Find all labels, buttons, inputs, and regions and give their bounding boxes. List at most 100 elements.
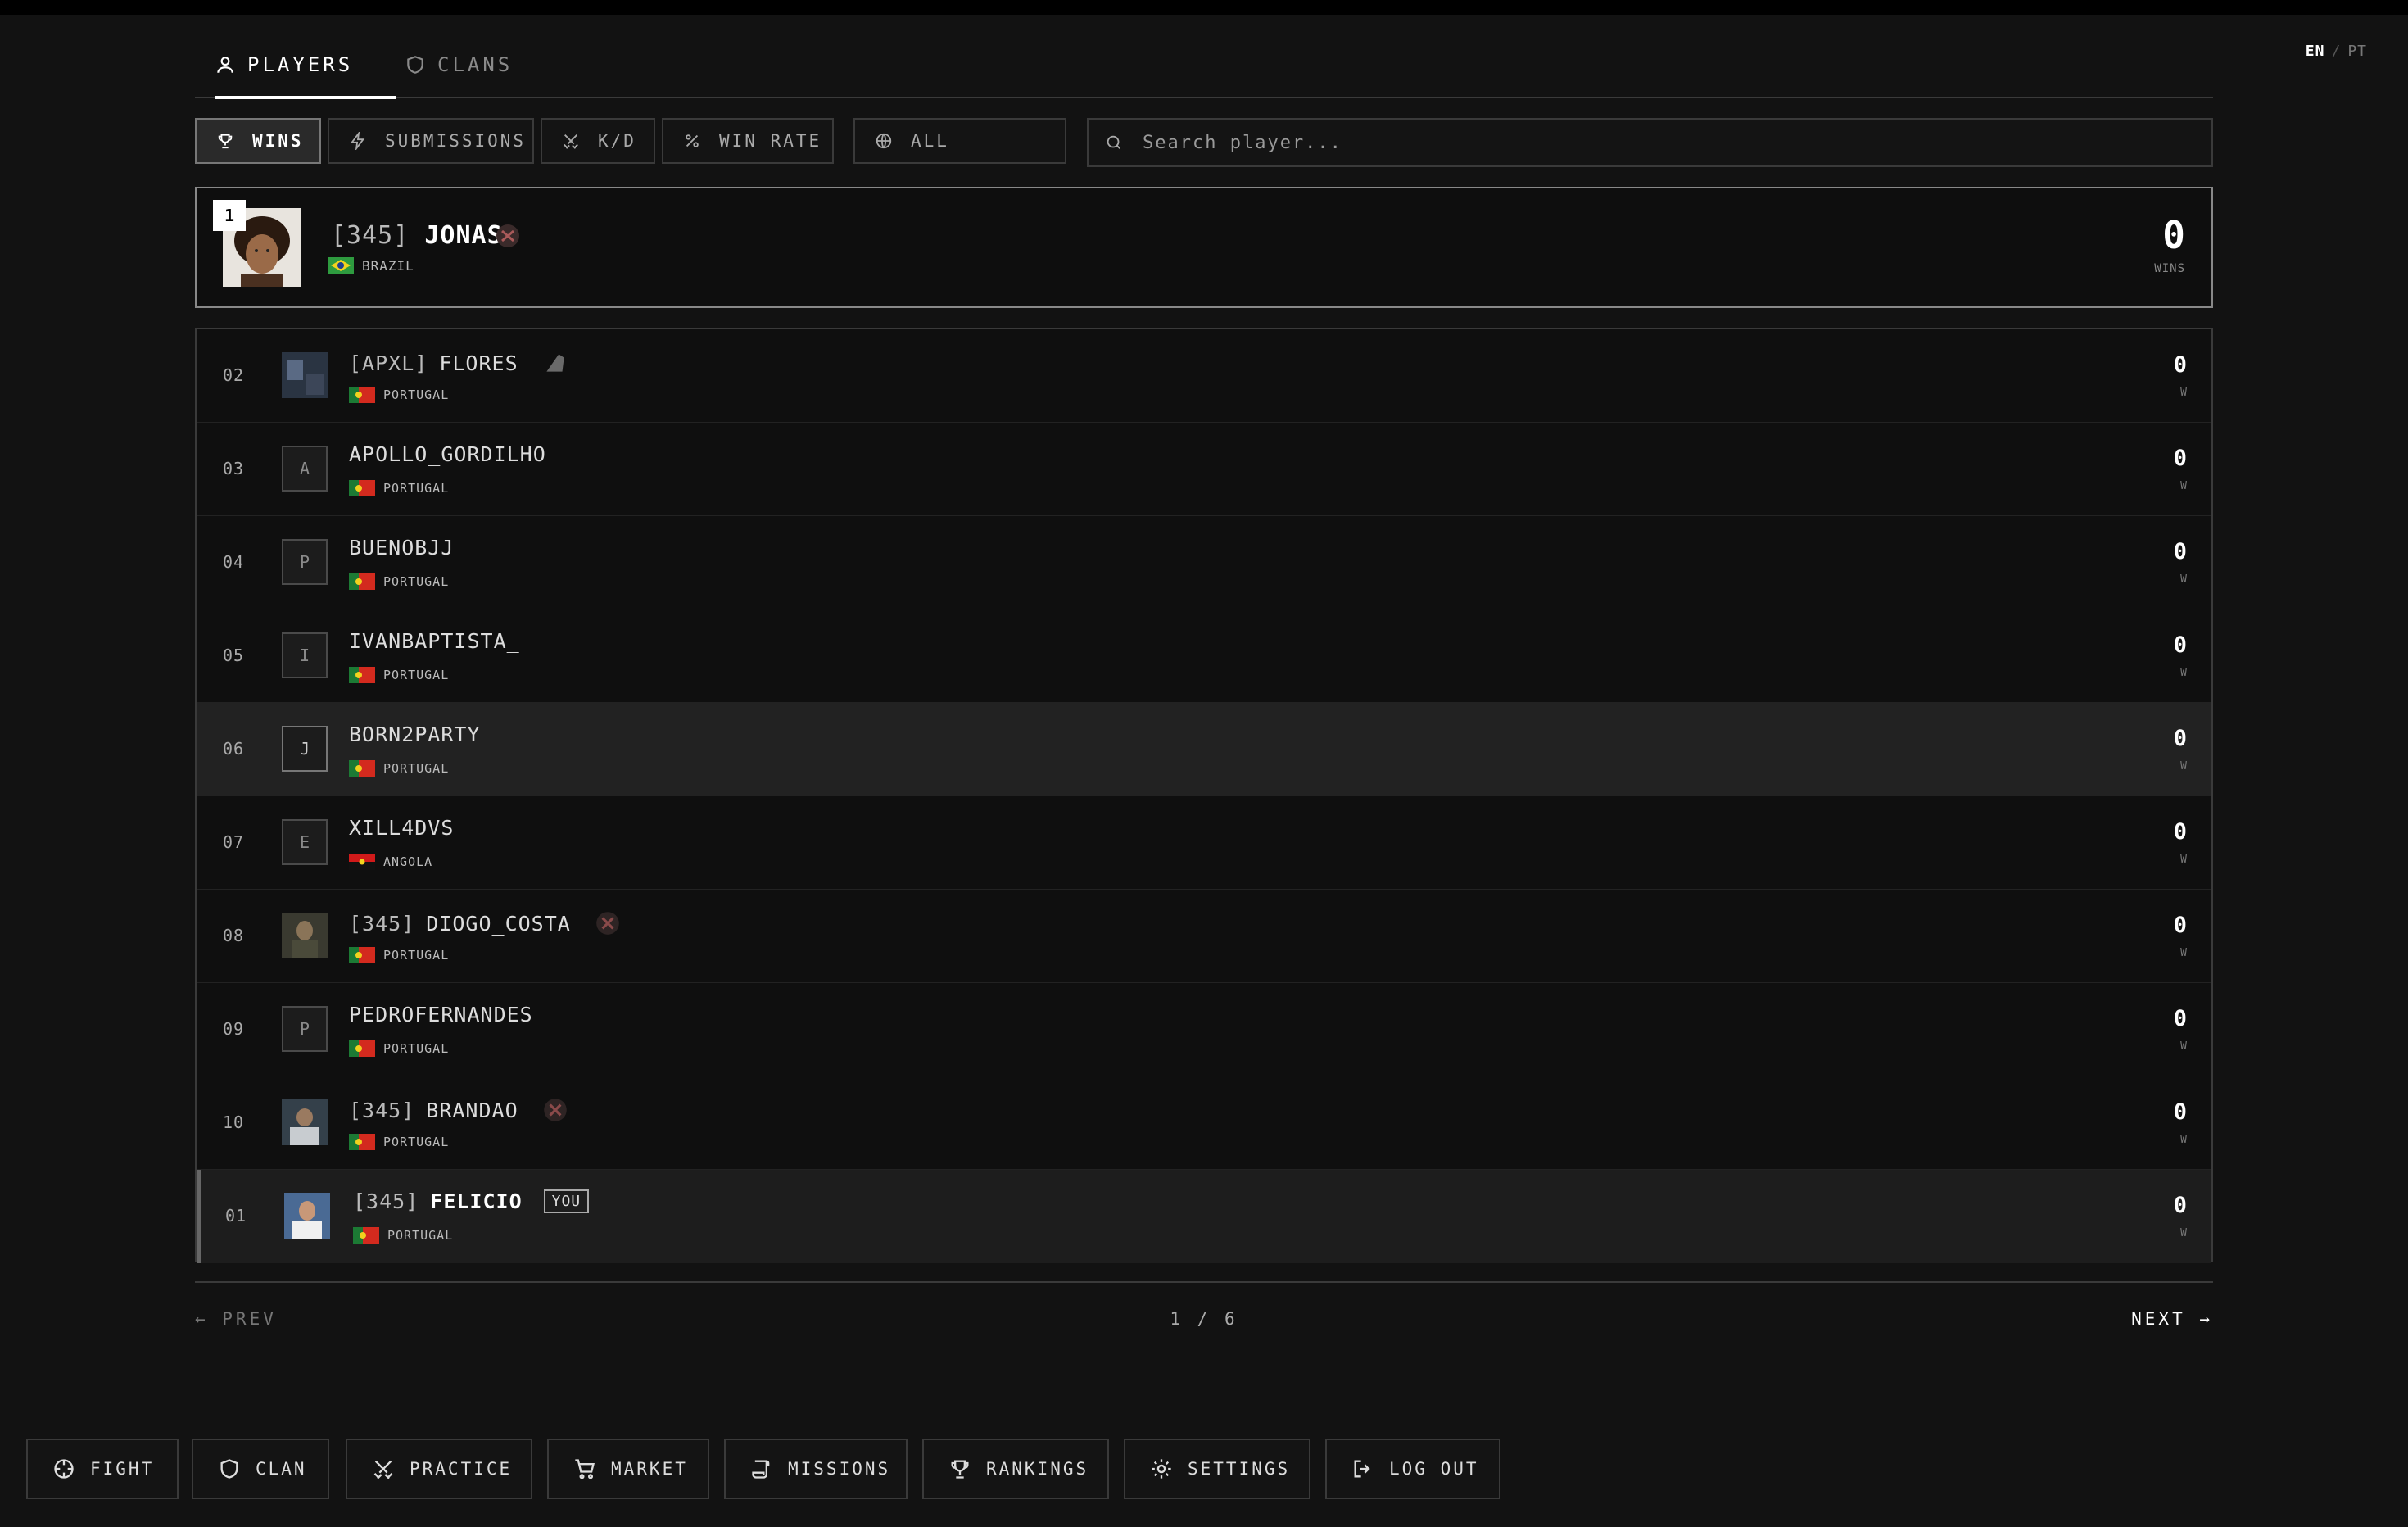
table-row[interactable]: 08 [345] DIOGO_COSTA PORTUGAL 0 W — [197, 890, 2211, 983]
divider — [195, 1281, 2213, 1283]
player-avatar — [282, 1099, 328, 1145]
tab-clans[interactable]: CLANS — [405, 33, 536, 97]
tab-clans-label: CLANS — [437, 53, 514, 76]
filter-submissions-label: SUBMISSIONS — [385, 131, 527, 151]
table-row[interactable]: 02 [APXL] FLORES PORTUGAL 0 W — [197, 329, 2211, 423]
player-name: [345] BRANDAO — [349, 1096, 569, 1124]
nav-clan-button[interactable]: CLAN — [192, 1439, 329, 1499]
player-username: BUENOBJJ — [349, 536, 455, 560]
table-row[interactable]: 06 J BORN2PARTY PORTUGAL 0 W — [197, 703, 2211, 796]
player-country-label: PORTUGAL — [383, 481, 450, 496]
player-wins-unit: W — [2180, 1040, 2187, 1053]
tab-players[interactable]: PLAYERS — [215, 33, 396, 99]
gear-icon — [1152, 1459, 1171, 1479]
player-avatar: A — [282, 446, 328, 492]
nav-settings-button[interactable]: SETTINGS — [1124, 1439, 1310, 1499]
filter-wins-label: WINS — [252, 131, 304, 151]
shield-icon — [407, 56, 423, 74]
you-badge: YOU — [543, 1189, 590, 1213]
table-row[interactable]: 05 I IVANBAPTISTA_ PORTUGAL 0 W — [197, 609, 2211, 703]
player-rank: 02 — [223, 365, 245, 385]
player-username: DIOGO_COSTA — [426, 911, 571, 936]
portugal-flag-icon — [349, 387, 375, 403]
filter-wins-button[interactable]: WINS — [195, 118, 321, 164]
player-avatar — [284, 1193, 330, 1239]
ranking-tabs: PLAYERS CLANS — [195, 33, 2213, 99]
swords-icon — [373, 1460, 393, 1479]
table-row[interactable]: 07 E XILL4DVS ANGOLA 0 W — [197, 796, 2211, 890]
player-country: PORTUGAL — [349, 947, 449, 963]
table-row[interactable]: 04 P BUENOBJJ PORTUGAL 0 W — [197, 516, 2211, 609]
player-rank: 01 — [225, 1206, 247, 1226]
shield-icon — [220, 1459, 238, 1479]
next-page-button[interactable]: NEXT → — [2131, 1309, 2213, 1329]
player-country: PORTUGAL — [349, 1040, 449, 1057]
lang-en[interactable]: EN — [2306, 43, 2325, 60]
portugal-flag-icon — [349, 480, 375, 496]
pagination: ← PREV 1 / 6 NEXT → — [195, 1309, 2213, 1342]
player-username: XILL4DVS — [349, 816, 455, 840]
player-name: BUENOBJJ — [349, 536, 454, 560]
player-rank: 09 — [223, 1019, 245, 1039]
player-country-label: ANGOLA — [383, 854, 433, 869]
language-switch: EN / PT — [2306, 43, 2367, 60]
cart-icon — [575, 1459, 595, 1479]
nav-practice-button[interactable]: PRACTICE — [346, 1439, 532, 1499]
trophy-icon — [218, 134, 233, 149]
filter-win-rate-button[interactable]: WIN RATE — [662, 118, 834, 164]
clan-emblem-icon — [496, 224, 519, 247]
nav-market-label: MARKET — [611, 1459, 688, 1479]
bottom-nav: FIGHT CLAN PRACTICE MARKET MISSIONS RANK… — [26, 1439, 1500, 1499]
player-country: ANGOLA — [349, 854, 432, 870]
table-row[interactable]: 10 [345] BRANDAO PORTUGAL 0 W — [197, 1076, 2211, 1170]
player-country: PORTUGAL — [349, 1134, 449, 1150]
player-avatar — [282, 352, 328, 398]
search-input[interactable] — [1141, 131, 2211, 154]
nav-missions-button[interactable]: MISSIONS — [724, 1439, 908, 1499]
portugal-flag-icon — [349, 1134, 375, 1150]
player-username: BRANDAO — [426, 1098, 518, 1122]
table-row[interactable]: 09 P PEDROFERNANDES PORTUGAL 0 W — [197, 983, 2211, 1076]
top-player-card[interactable]: 1 [345] JONAS BRAZIL 0 WINS — [195, 187, 2213, 308]
player-name: IVANBAPTISTA_ — [349, 629, 520, 653]
player-avatar: P — [282, 539, 328, 585]
player-username: FLORES — [439, 351, 518, 375]
player-wins: 0 — [2173, 352, 2187, 378]
player-rank: 05 — [223, 646, 245, 665]
player-name: PEDROFERNANDES — [349, 1003, 533, 1026]
lang-pt[interactable]: PT — [2347, 43, 2367, 60]
region-filter-label: ALL — [911, 131, 949, 151]
region-filter-select[interactable]: ALL — [853, 118, 1066, 164]
player-name: [345] DIOGO_COSTA — [349, 909, 622, 937]
search-icon — [1107, 135, 1120, 149]
player-wins: 0 — [2173, 632, 2187, 658]
portugal-flag-icon — [349, 667, 375, 683]
player-wins-unit: W — [2180, 854, 2187, 866]
player-country: PORTUGAL — [349, 760, 449, 777]
nav-market-button[interactable]: MARKET — [547, 1439, 709, 1499]
swords-icon — [564, 134, 578, 149]
top-player-clan-tag: [345] — [331, 221, 410, 250]
player-wins: 0 — [2173, 819, 2187, 845]
current-user-row[interactable]: 01 [345] FELICIO YOU PORTUGAL 0 W — [197, 1170, 2211, 1263]
player-wins-unit: W — [2180, 387, 2187, 399]
player-country-label: PORTUGAL — [383, 1135, 450, 1149]
player-wins-unit: W — [2180, 947, 2187, 959]
nav-rankings-button[interactable]: RANKINGS — [922, 1439, 1109, 1499]
player-wins: 0 — [2173, 1193, 2187, 1218]
player-wins: 0 — [2173, 913, 2187, 938]
player-wins-unit: W — [2180, 667, 2187, 679]
player-avatar: E — [282, 819, 328, 865]
player-country-label: PORTUGAL — [383, 574, 450, 589]
rankings-panel: PLAYERS CLANS WINS SUBMISSIONS K/D WIN R… — [195, 33, 2213, 1329]
player-wins: 0 — [2173, 726, 2187, 751]
filter-submissions-button[interactable]: SUBMISSIONS — [328, 118, 534, 164]
table-row[interactable]: 03 A APOLLO_GORDILHO PORTUGAL 0 W — [197, 423, 2211, 516]
nav-fight-button[interactable]: FIGHT — [26, 1439, 179, 1499]
top-player-wins: 0 — [2162, 213, 2185, 257]
player-country-label: PORTUGAL — [383, 668, 450, 682]
filter-kd-button[interactable]: K/D — [541, 118, 655, 164]
player-clan-tag: [345] — [349, 1098, 415, 1122]
nav-logout-button[interactable]: LOG OUT — [1325, 1439, 1500, 1499]
player-rank: 03 — [223, 459, 245, 478]
